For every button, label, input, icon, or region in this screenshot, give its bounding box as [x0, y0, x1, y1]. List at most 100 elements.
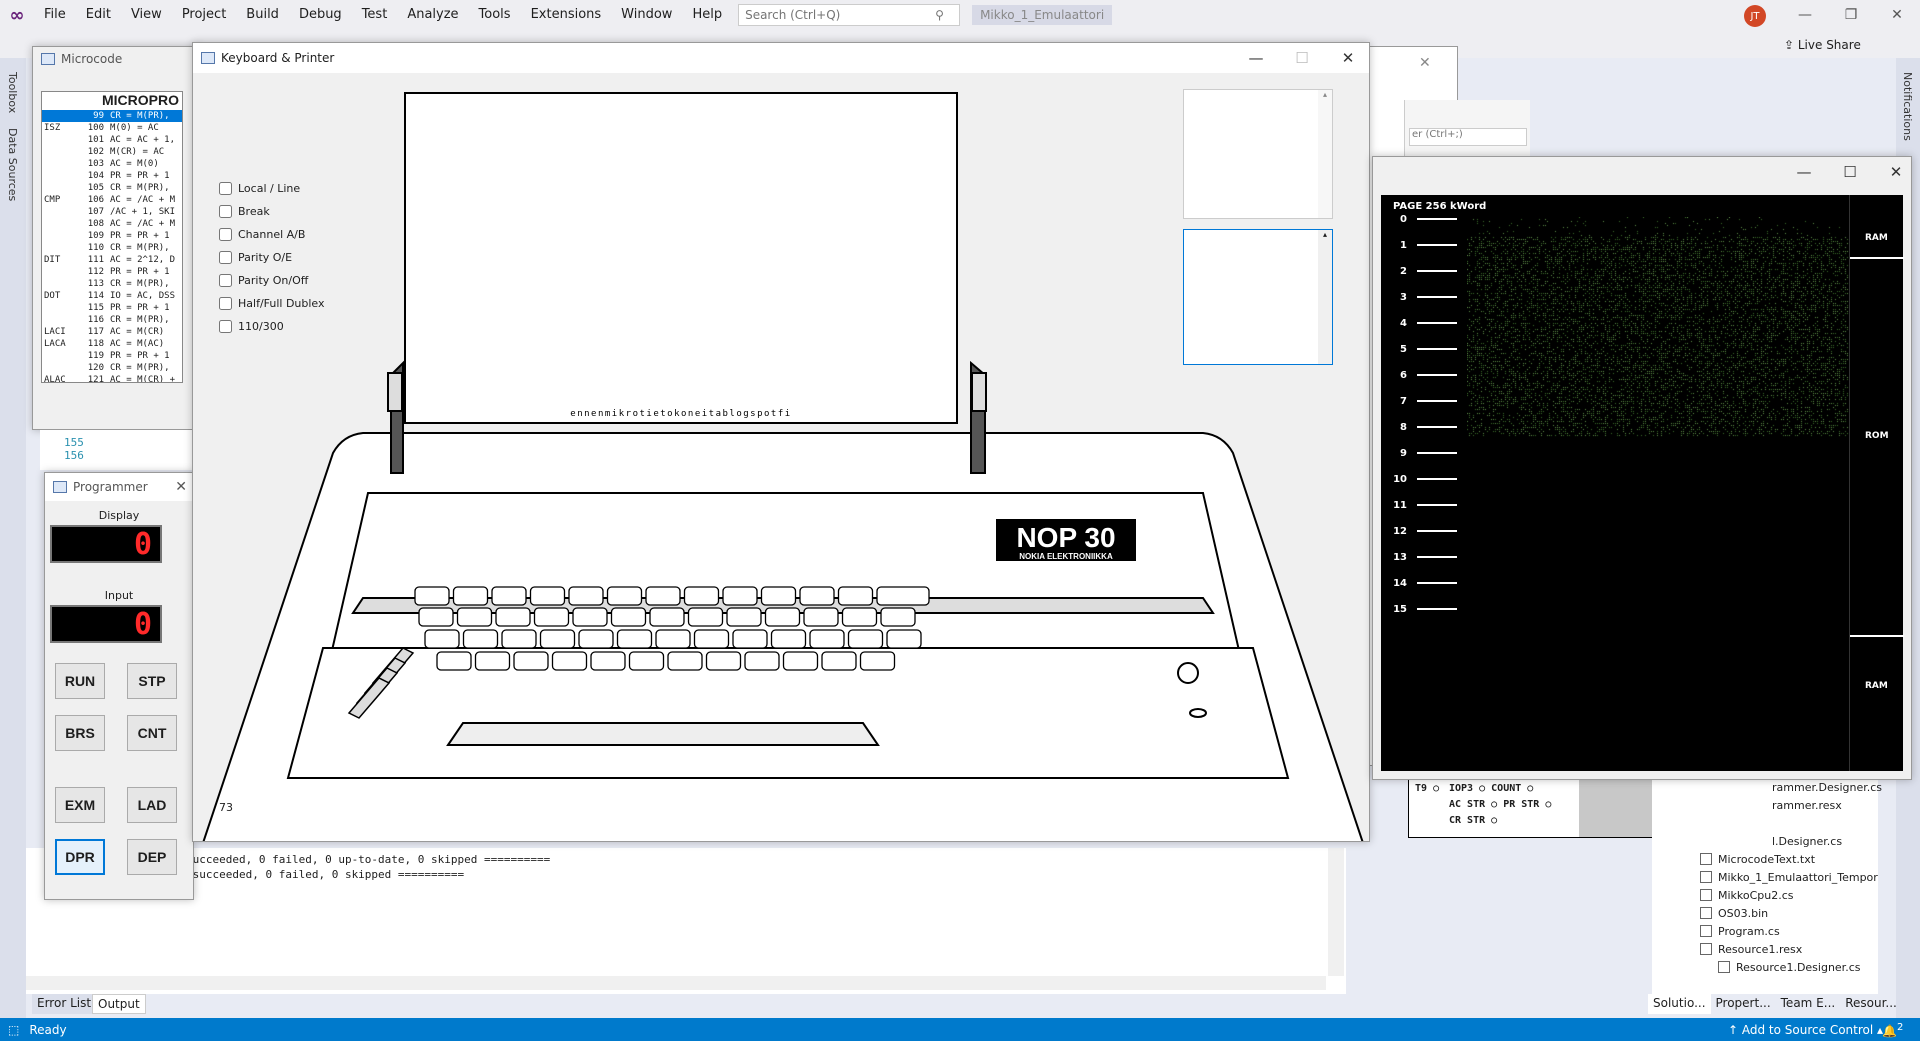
list-item[interactable]: 107/AC + 1, SKI: [42, 206, 182, 218]
list-item[interactable]: MicrocodeText.txt: [1700, 850, 1878, 868]
search-input[interactable]: [745, 8, 936, 22]
keyboard-key[interactable]: [726, 607, 762, 627]
keyboard-key[interactable]: [744, 651, 780, 671]
exm-button[interactable]: EXM: [55, 787, 105, 823]
menu-item-test[interactable]: Test: [352, 0, 398, 30]
list-item[interactable]: Resource1.Designer.cs: [1700, 958, 1878, 976]
keyboard-key[interactable]: [809, 629, 845, 649]
tab-solution[interactable]: Solutio...: [1648, 994, 1711, 1014]
lad-button[interactable]: LAD: [127, 787, 177, 823]
list-item[interactable]: rammer.Designer.cs: [1772, 778, 1882, 796]
horizontal-scrollbar[interactable]: [26, 976, 1326, 990]
minimize-icon[interactable]: —: [1782, 0, 1828, 30]
keyboard-key[interactable]: [782, 651, 819, 671]
list-item[interactable]: 102 M(CR) = AC: [42, 146, 182, 158]
live-share-button[interactable]: ⇪ Live Share: [1784, 38, 1861, 52]
menu-item-file[interactable]: File: [34, 0, 76, 30]
minimize-icon[interactable]: —: [1233, 43, 1279, 73]
menu-item-project[interactable]: Project: [172, 0, 236, 30]
menu-item-window[interactable]: Window: [611, 0, 682, 30]
keyboard-key[interactable]: [683, 586, 720, 606]
keyboard-key[interactable]: [649, 607, 685, 627]
keyboard-key[interactable]: [880, 607, 916, 627]
keyboard-key[interactable]: [732, 629, 768, 649]
list-item[interactable]: rammer.resx: [1772, 796, 1878, 814]
maximize-icon[interactable]: ☐: [1827, 157, 1873, 187]
list-item[interactable]: 109 PR = PR + 1: [42, 230, 182, 242]
list-item[interactable]: OS03.bin: [1700, 904, 1878, 922]
keyboard-key[interactable]: [799, 586, 835, 606]
keyboard-key[interactable]: [533, 607, 570, 627]
keyboard-key[interactable]: [667, 651, 703, 671]
keyboard-key[interactable]: [572, 607, 608, 627]
keyboard-key[interactable]: [841, 607, 878, 627]
send-text-box[interactable]: ▴: [1183, 229, 1333, 365]
close-icon[interactable]: ✕: [1419, 55, 1431, 71]
list-item[interactable]: LACI 117 AC = M(CR): [42, 326, 182, 338]
list-item[interactable]: 110 CR = M(PR),: [42, 242, 182, 254]
menu-item-tools[interactable]: Tools: [469, 0, 521, 30]
microcode-list[interactable]: MICROPRO 99 CR = M(PR), ISZ 100 M(0) = AC 101…: [41, 91, 183, 383]
list-item[interactable]: ISZ 100 M(0) = AC: [42, 122, 182, 134]
keyboard-key[interactable]: [645, 586, 681, 606]
keyboard-key[interactable]: [513, 651, 549, 671]
dep-button[interactable]: DEP: [127, 839, 177, 875]
list-item[interactable]: 113 CR = M(PR),: [42, 278, 182, 290]
list-item[interactable]: MikkoCpu2.cs: [1700, 886, 1878, 904]
cnt-button[interactable]: CNT: [127, 715, 177, 751]
menu-item-help[interactable]: Help: [682, 0, 732, 30]
toolbox-tab[interactable]: Toolbox: [6, 72, 19, 113]
menu-item-extensions[interactable]: Extensions: [521, 0, 612, 30]
list-item[interactable]: 119 PR = PR + 1: [42, 350, 182, 362]
close-icon[interactable]: ✕: [175, 479, 187, 495]
keyboard-key[interactable]: [760, 586, 797, 606]
close-icon[interactable]: ✕: [1873, 157, 1919, 187]
keyboard-key[interactable]: [436, 651, 472, 671]
search-box[interactable]: ⚲: [738, 4, 961, 26]
add-to-source-control-button[interactable]: ↑ Add to Source Control ▴: [1728, 1023, 1883, 1037]
list-item[interactable]: LACA 118 AC = M(AC): [42, 338, 182, 350]
restore-icon[interactable]: ❐: [1828, 0, 1874, 30]
keyboard-key[interactable]: [551, 651, 588, 671]
tab-error-list[interactable]: Error List: [32, 994, 97, 1014]
keyboard-key[interactable]: [655, 629, 691, 649]
keyboard-key[interactable]: [886, 629, 922, 649]
keyboard-key[interactable]: [568, 586, 604, 606]
list-item[interactable]: 108 AC = /AC + M: [42, 218, 182, 230]
vertical-scrollbar[interactable]: ▴: [1318, 90, 1332, 218]
tab-output[interactable]: Output: [92, 994, 146, 1014]
data-sources-tab[interactable]: Data Sources: [6, 128, 19, 201]
keyboard-key[interactable]: [722, 586, 758, 606]
keyboard-key[interactable]: [495, 607, 531, 627]
list-item[interactable]: l.Designer.cs: [1772, 832, 1878, 850]
list-item[interactable]: 120 CR = M(PR),: [42, 362, 182, 374]
keyboard-key[interactable]: [418, 607, 454, 627]
vertical-scrollbar[interactable]: ▴: [1318, 230, 1332, 364]
notifications-tab[interactable]: Notifications: [1901, 72, 1914, 141]
keyboard-key[interactable]: [859, 651, 896, 671]
keyboard-key[interactable]: [616, 629, 653, 649]
keyboard-key[interactable]: [764, 607, 801, 627]
keyboard-key[interactable]: [529, 586, 566, 606]
visual-studio-logo-icon[interactable]: ∞: [0, 0, 34, 30]
keyboard-key[interactable]: [424, 629, 460, 649]
keyboard-key[interactable]: [770, 629, 807, 649]
list-item[interactable]: Mikko_1_Emulaattori_Tempor: [1700, 868, 1878, 886]
search-icon[interactable]: ⚲: [935, 8, 944, 22]
list-item[interactable]: CMP 106 AC = /AC + M: [42, 194, 182, 206]
keyboard-key[interactable]: [462, 629, 499, 649]
keyboard-key[interactable]: [803, 607, 839, 627]
tab-team-explorer[interactable]: Team E...: [1776, 994, 1841, 1014]
list-item[interactable]: Program.cs: [1700, 922, 1878, 940]
input-readout[interactable]: 0: [50, 605, 162, 643]
dpr-button[interactable]: DPR: [55, 839, 105, 875]
keyboard-key[interactable]: [876, 586, 930, 606]
keyboard-key[interactable]: [606, 586, 643, 606]
list-item[interactable]: 105 CR = M(PR),: [42, 182, 182, 194]
brs-button[interactable]: BRS: [55, 715, 105, 751]
keyboard-key[interactable]: [590, 651, 626, 671]
keyboard-key[interactable]: [628, 651, 665, 671]
menu-item-view[interactable]: View: [121, 0, 172, 30]
solution-search-input[interactable]: er (Ctrl+;): [1409, 128, 1527, 146]
keyboard-key[interactable]: [491, 586, 527, 606]
